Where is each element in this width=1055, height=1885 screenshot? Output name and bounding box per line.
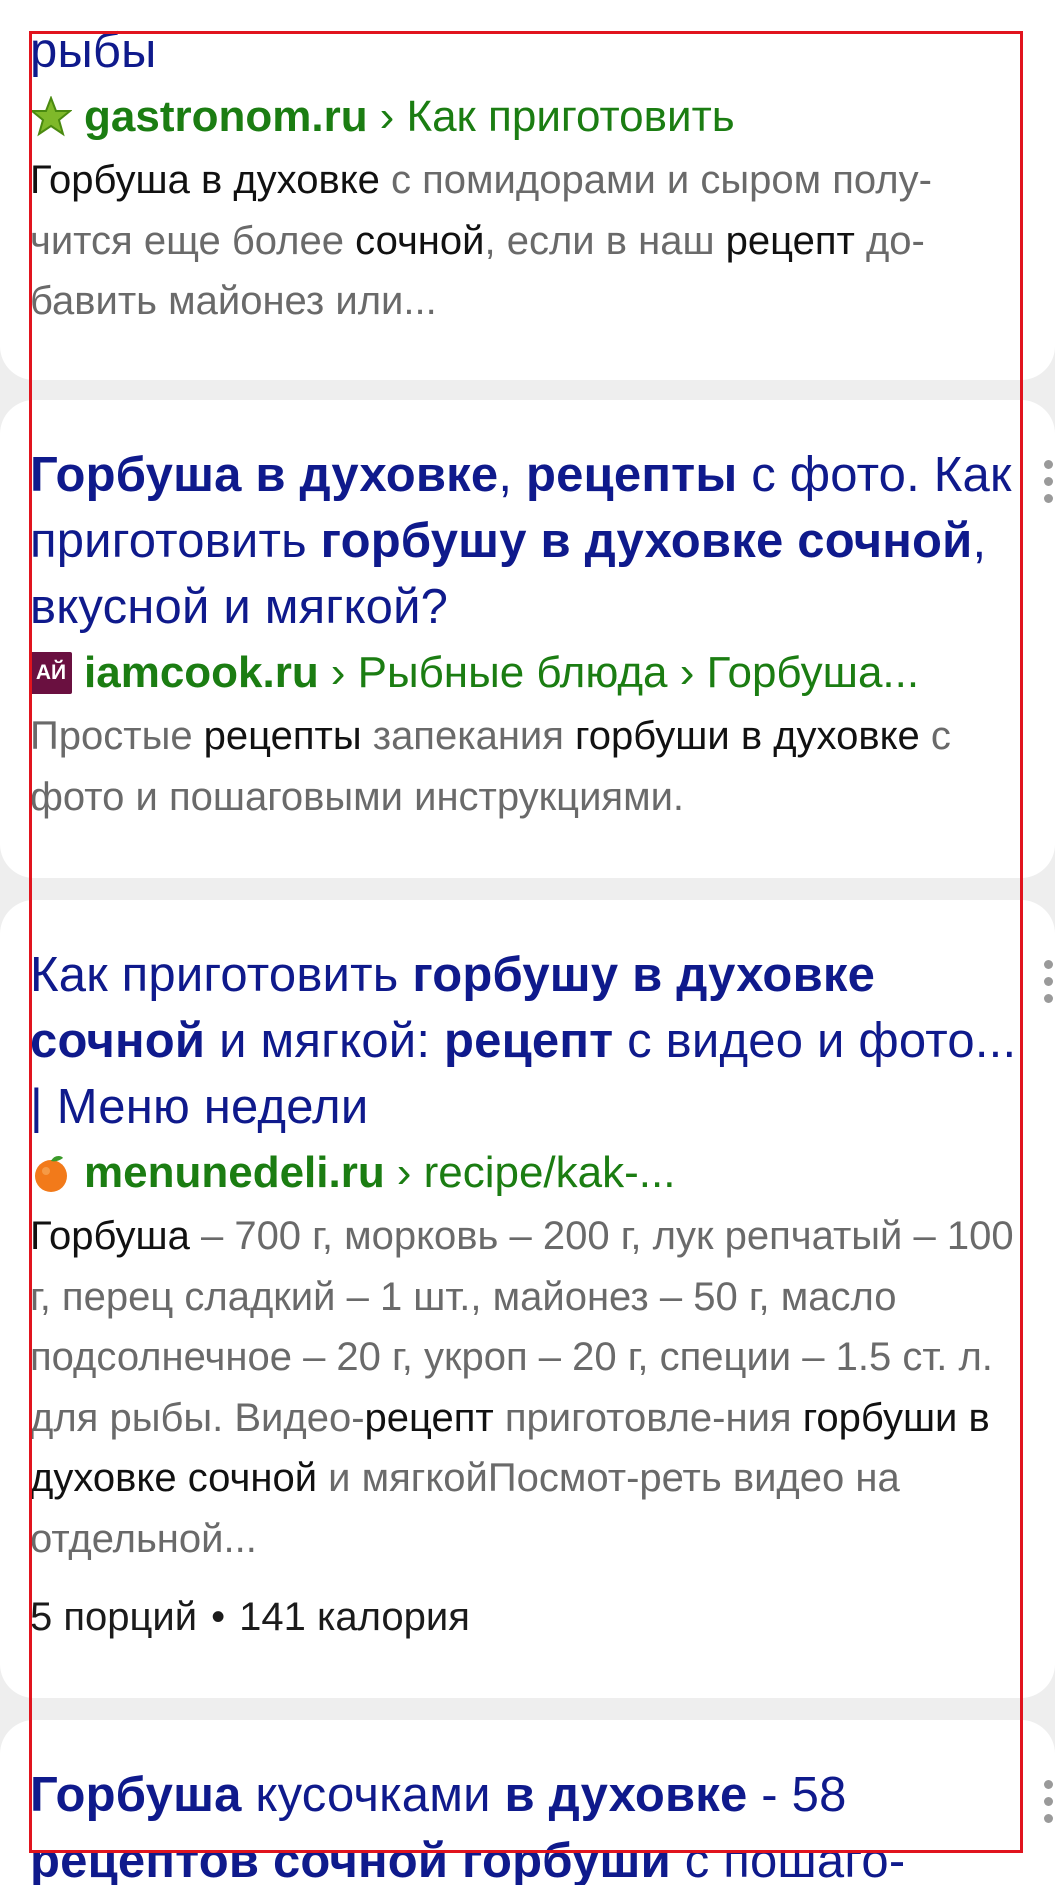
more-options-icon[interactable] [1041, 960, 1055, 1003]
snippet-part: приготовле-ния [493, 1395, 803, 1440]
snippet-part: , если в наш [484, 218, 726, 263]
title-part: рецептов сочной горбуши [30, 1834, 671, 1885]
snippet-part: Простые [30, 714, 204, 758]
title-part: Как приготовить [30, 948, 413, 1002]
servings: 5 порций [30, 1595, 198, 1639]
title-part: с пошаго- [670, 1834, 906, 1885]
more-options-icon[interactable] [1041, 1780, 1055, 1823]
result-url[interactable]: gastronom.ru › Как приготовить [30, 84, 1019, 150]
snippet-part: сочной [355, 218, 485, 263]
iamcook-logo-icon: АЙ [30, 652, 72, 694]
title-part: горбушу в духовке сочной [320, 514, 973, 568]
result-snippet: Простые рецепты запекания горбуши в духо… [30, 706, 1019, 827]
result-domain: iamcook.ru [84, 648, 319, 697]
snippet-part: рецепты [203, 714, 362, 758]
snippet-part: Горбуша в духовке [30, 158, 380, 202]
title-part: Горбуша [30, 1768, 242, 1822]
snippet-part: рецепт [364, 1395, 494, 1440]
result-card-gastronom: рыбы gastronom.ru › Как приготовить Горб… [0, 0, 1055, 380]
result-snippet: Горбуша – 700 г, морковь – 200 г, лук ре… [30, 1206, 1019, 1569]
result-card-next: Горбуша кусочками в духовке - 58 рецепто… [0, 1720, 1055, 1885]
title-part: рецепт [444, 1014, 614, 1068]
result-domain: menunedeli.ru [84, 1148, 385, 1197]
result-domain: gastronom.ru [84, 92, 368, 141]
result-title-text: рыбы [30, 24, 157, 78]
snippet-part: Горбуша [30, 1214, 190, 1258]
title-part: и мягкой: [205, 1014, 444, 1068]
title-part: Горбуша в духовке [30, 448, 499, 502]
result-title[interactable]: рыбы [30, 18, 1019, 84]
snippet-part: рецепт [725, 218, 855, 263]
title-part: , [498, 448, 526, 502]
title-part: кусочками [241, 1768, 505, 1822]
result-title[interactable]: Горбуша в духовке, рецепты с фото. Как п… [30, 442, 1019, 640]
result-path: › recipe/kak-... [396, 1148, 676, 1197]
result-url[interactable]: menunedeli.ru › recipe/kak-... [30, 1140, 1019, 1206]
more-options-icon[interactable] [1041, 460, 1055, 503]
snippet-part: горбуши в духовке [575, 714, 920, 758]
calories: 141 калория [239, 1595, 470, 1639]
result-url[interactable]: АЙ iamcook.ru › Рыбные блюда › Горбуша..… [30, 640, 1019, 706]
title-part: в духовке [504, 1768, 748, 1822]
meta-separator: • [211, 1595, 226, 1639]
favicon-text: АЙ [35, 661, 67, 684]
orange-fruit-icon [30, 1152, 72, 1194]
result-title[interactable]: Горбуша кусочками в духовке - 58 рецепто… [30, 1762, 1019, 1885]
title-part: рецепты [525, 448, 738, 502]
search-results-page: рыбы gastronom.ru › Как приготовить Горб… [0, 0, 1055, 1885]
result-card-iamcook: Горбуша в духовке, рецепты с фото. Как п… [0, 400, 1055, 878]
result-snippet: Горбуша в духовке с помидорами и сыром п… [30, 150, 1019, 332]
result-title[interactable]: Как приготовить горбушу в духовке сочной… [30, 942, 1019, 1140]
result-card-menunedeli: Как приготовить горбушу в духовке сочной… [0, 900, 1055, 1698]
result-path: › Как приготовить [379, 92, 735, 141]
recipe-meta: 5 порций • 141 калория [30, 1587, 1019, 1647]
snippet-part: запекания [361, 714, 576, 758]
result-path: › Рыбные блюда › Горбуша... [330, 648, 920, 697]
gastronom-star-icon [30, 96, 72, 138]
title-part: - 58 [747, 1768, 847, 1822]
